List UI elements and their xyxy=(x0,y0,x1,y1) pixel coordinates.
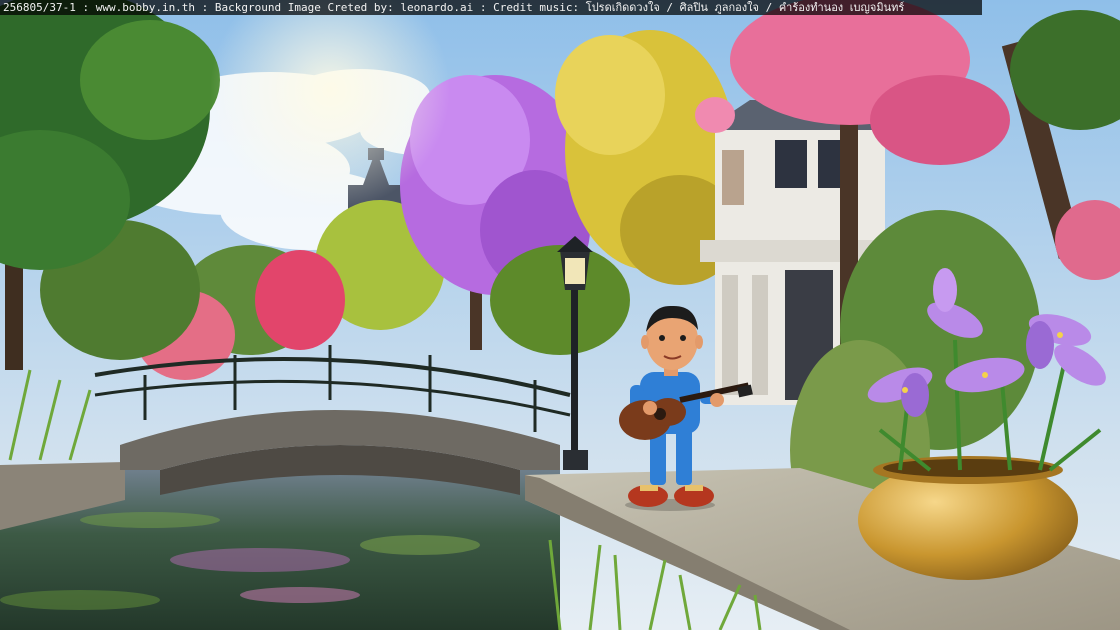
scene: 256805/37-1 : www.bobby.in.th : Backgrou… xyxy=(0,0,1120,630)
caption-bar: 256805/37-1 : www.bobby.in.th : Backgrou… xyxy=(0,0,982,15)
background-illustration xyxy=(0,0,1120,630)
golden-flower-pot xyxy=(858,456,1078,580)
